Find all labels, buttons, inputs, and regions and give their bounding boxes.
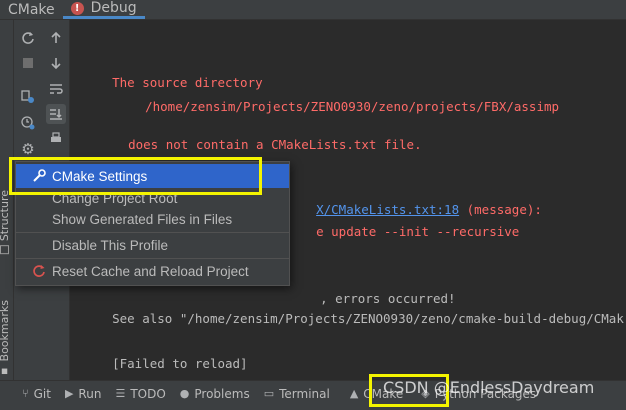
error-badge-icon: ! xyxy=(70,1,84,15)
tab-cmake-label: CMake xyxy=(8,1,55,18)
structure-label: Structure xyxy=(0,190,11,242)
reload-icon xyxy=(31,263,47,279)
console-line-text: does not contain a CMakeLists.txt file. xyxy=(128,137,422,152)
bottom-tool-label: Run xyxy=(78,386,102,401)
settings-cog-icon[interactable] xyxy=(18,87,38,107)
bottom-tool-terminal[interactable]: ▭ Terminal xyxy=(264,387,330,401)
menu-item-label: Disable This Profile xyxy=(52,237,169,253)
scroll-to-end-icon[interactable] xyxy=(46,104,66,124)
tool-window-tabbar: CMake ! Debug xyxy=(0,0,626,20)
print-icon[interactable] xyxy=(46,129,66,149)
rerun-icon[interactable] xyxy=(18,28,38,48)
console-line-text: e update --init --recursive xyxy=(316,224,520,239)
git-branch-icon: ⑂ xyxy=(22,387,29,400)
terminal-icon: ▭ xyxy=(263,387,275,400)
bottom-tool-run[interactable]: ▶ Run xyxy=(65,387,101,401)
menu-item-show-generated-files[interactable]: Show Generated Files in Files xyxy=(16,207,289,231)
tab-debug[interactable]: ! Debug xyxy=(62,0,145,19)
soft-wrap-icon[interactable] xyxy=(46,79,66,99)
bottom-tool-todo[interactable]: ☰ TODO xyxy=(115,387,165,401)
console-line-text: [Failed to reload] xyxy=(112,356,248,371)
console-line-text: See also "/home/zensim/Projects/ZENO0930… xyxy=(112,311,624,326)
stop-icon[interactable] xyxy=(18,53,38,73)
menu-item-disable-profile[interactable]: Disable This Profile xyxy=(16,233,289,257)
structure-icon xyxy=(0,245,9,255)
arrow-up-icon[interactable] xyxy=(46,28,66,48)
console-line-text: /home/zensim/Projects/ZENO0930/zeno/proj… xyxy=(145,99,560,114)
bottom-tool-label: TODO xyxy=(130,386,166,401)
bottom-tool-label: Git xyxy=(33,386,51,401)
list-icon: ☰ xyxy=(115,387,126,400)
structure-tool-button[interactable]: Structure xyxy=(0,190,11,255)
menu-item-label: Show Generated Files in Files xyxy=(52,211,233,227)
bottom-tool-label: Terminal xyxy=(279,386,330,401)
tab-cmake[interactable]: CMake xyxy=(0,0,63,19)
bottom-tool-problems[interactable]: ● Problems xyxy=(180,387,250,401)
bookmarks-tool-button[interactable]: ▪ Bookmarks xyxy=(0,300,11,378)
console-line-see-also: See also "/home/zensim/Projects/ZENO0930… xyxy=(82,296,624,341)
status-bar xyxy=(0,406,626,410)
bottom-tool-git[interactable]: ⑂ Git xyxy=(22,387,51,401)
cmake-icon: ▲ xyxy=(349,387,359,400)
tab-debug-label: Debug xyxy=(90,0,137,16)
bookmarks-label: Bookmarks xyxy=(0,300,11,362)
left-side-strip: Structure ▪ Bookmarks xyxy=(0,20,14,380)
bookmarks-icon: ▪ xyxy=(0,365,11,379)
play-icon: ▶ xyxy=(64,387,74,400)
bottom-tool-label: Problems xyxy=(194,386,250,401)
arrow-down-icon[interactable] xyxy=(46,53,66,73)
gear-icon[interactable]: ⚙ xyxy=(18,139,38,159)
target-clock-icon[interactable] xyxy=(18,113,38,133)
watermark: CSDN @EndlessDaydream xyxy=(383,378,595,397)
warning-circle-icon: ● xyxy=(179,387,190,400)
menu-item-reset-cache-reload[interactable]: Reset Cache and Reload Project xyxy=(16,259,289,283)
menu-item-label: Reset Cache and Reload Project xyxy=(52,263,249,279)
highlight-cmake-settings xyxy=(9,157,262,195)
console-line-submodule: e update --init --recursive xyxy=(286,209,519,254)
